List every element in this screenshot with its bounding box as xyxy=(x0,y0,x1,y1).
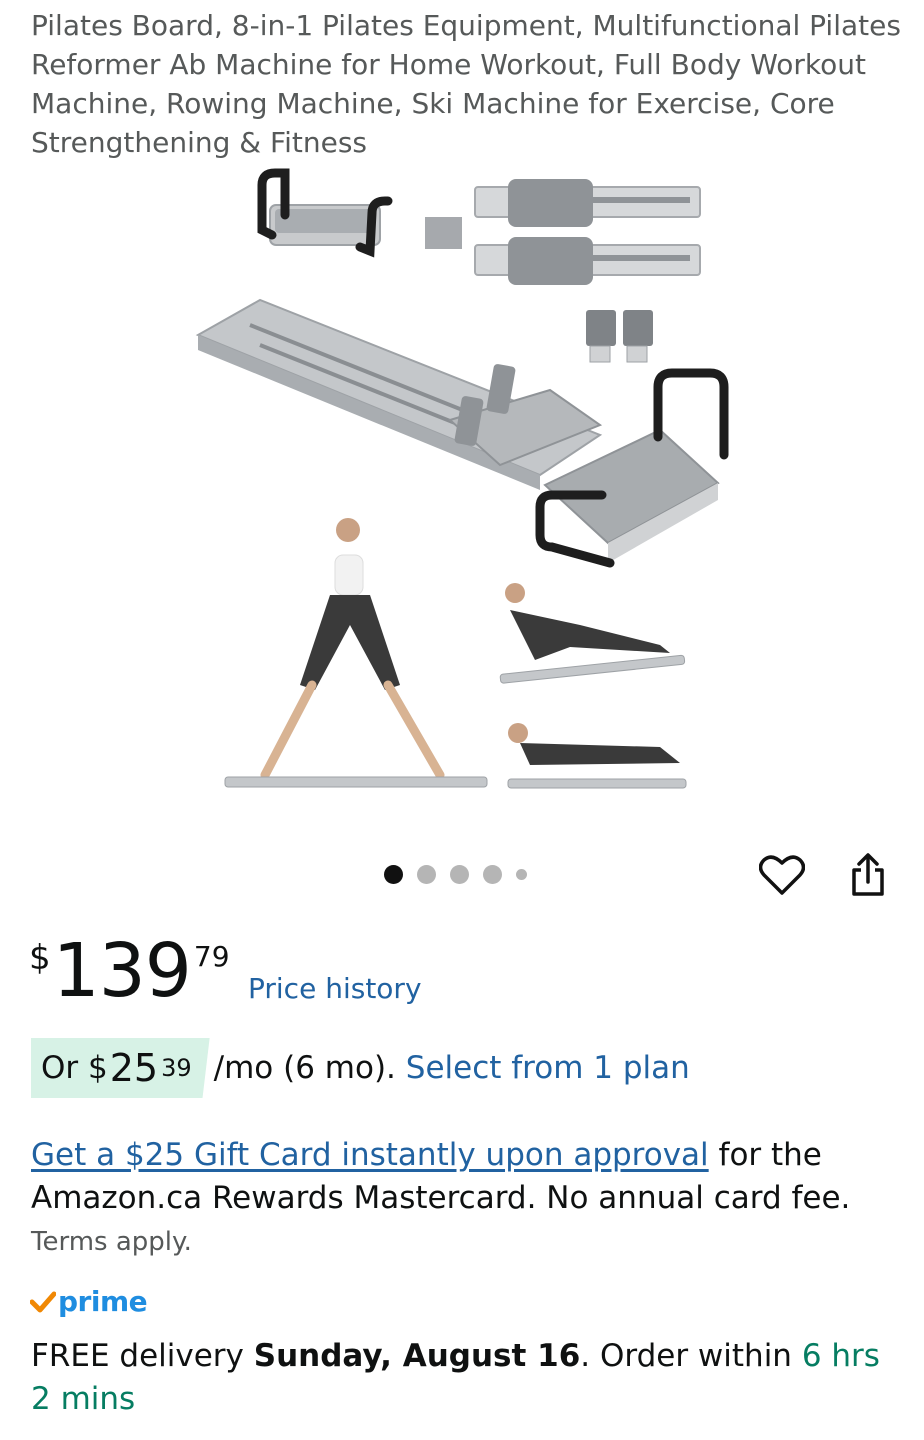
prime-label: prime xyxy=(58,1285,148,1318)
add-to-list-button[interactable] xyxy=(757,850,807,900)
checkmark-icon xyxy=(30,1291,56,1312)
grip-pad xyxy=(425,217,462,249)
pager-dot[interactable] xyxy=(450,865,469,884)
installment-whole: 25 xyxy=(109,1046,159,1090)
installment-prefix: Or xyxy=(41,1050,79,1086)
pager-dot[interactable] xyxy=(483,865,502,884)
installment-symbol: $ xyxy=(88,1050,108,1086)
delivery-prefix: FREE delivery xyxy=(31,1338,254,1374)
share-icon xyxy=(852,853,884,896)
delivery-info: FREE delivery Sunday, August 16. Order w… xyxy=(31,1335,901,1421)
foot-blocks xyxy=(586,310,653,363)
model-plank xyxy=(507,723,687,789)
model-lunge xyxy=(499,583,686,684)
installment-badge: Or $25 39 xyxy=(31,1038,210,1098)
product-image[interactable] xyxy=(190,165,735,805)
slider-pad-top xyxy=(474,179,701,227)
installment-term: /mo (6 mo). xyxy=(213,1050,396,1086)
share-button[interactable] xyxy=(843,850,893,900)
pager-dot[interactable] xyxy=(417,865,436,884)
slider-pad-bottom xyxy=(474,237,701,285)
credit-card-promo: Get a $25 Gift Card instantly upon appro… xyxy=(31,1134,901,1220)
price-symbol: $ xyxy=(29,938,51,978)
price-whole: 139 xyxy=(52,928,192,1014)
price: $ 139 79 xyxy=(29,926,230,1016)
pager-dot[interactable] xyxy=(516,869,527,880)
gift-card-link[interactable]: Get a $25 Gift Card instantly upon appro… xyxy=(31,1137,709,1173)
price-fraction: 79 xyxy=(193,940,230,973)
price-history-link[interactable]: Price history xyxy=(248,972,422,1005)
product-title: Pilates Board, 8-in-1 Pilates Equipment,… xyxy=(31,9,901,159)
installment-fraction: 39 xyxy=(161,1054,192,1082)
select-plan-link[interactable]: Select from 1 plan xyxy=(406,1050,690,1086)
delivery-middle: . Order within xyxy=(580,1338,802,1374)
step-platform-accessory xyxy=(257,168,393,258)
heart-outline-icon xyxy=(759,855,805,895)
installment-offer: Or $25 39 /mo (6 mo). Select from 1 plan xyxy=(31,1038,690,1098)
delivery-date: Sunday, August 16 xyxy=(253,1338,581,1374)
image-pager[interactable] xyxy=(384,865,527,884)
terms-text: Terms apply. xyxy=(31,1227,192,1257)
prime-badge: prime xyxy=(30,1285,148,1318)
pager-dot[interactable] xyxy=(384,865,403,884)
model-standing xyxy=(224,518,488,788)
